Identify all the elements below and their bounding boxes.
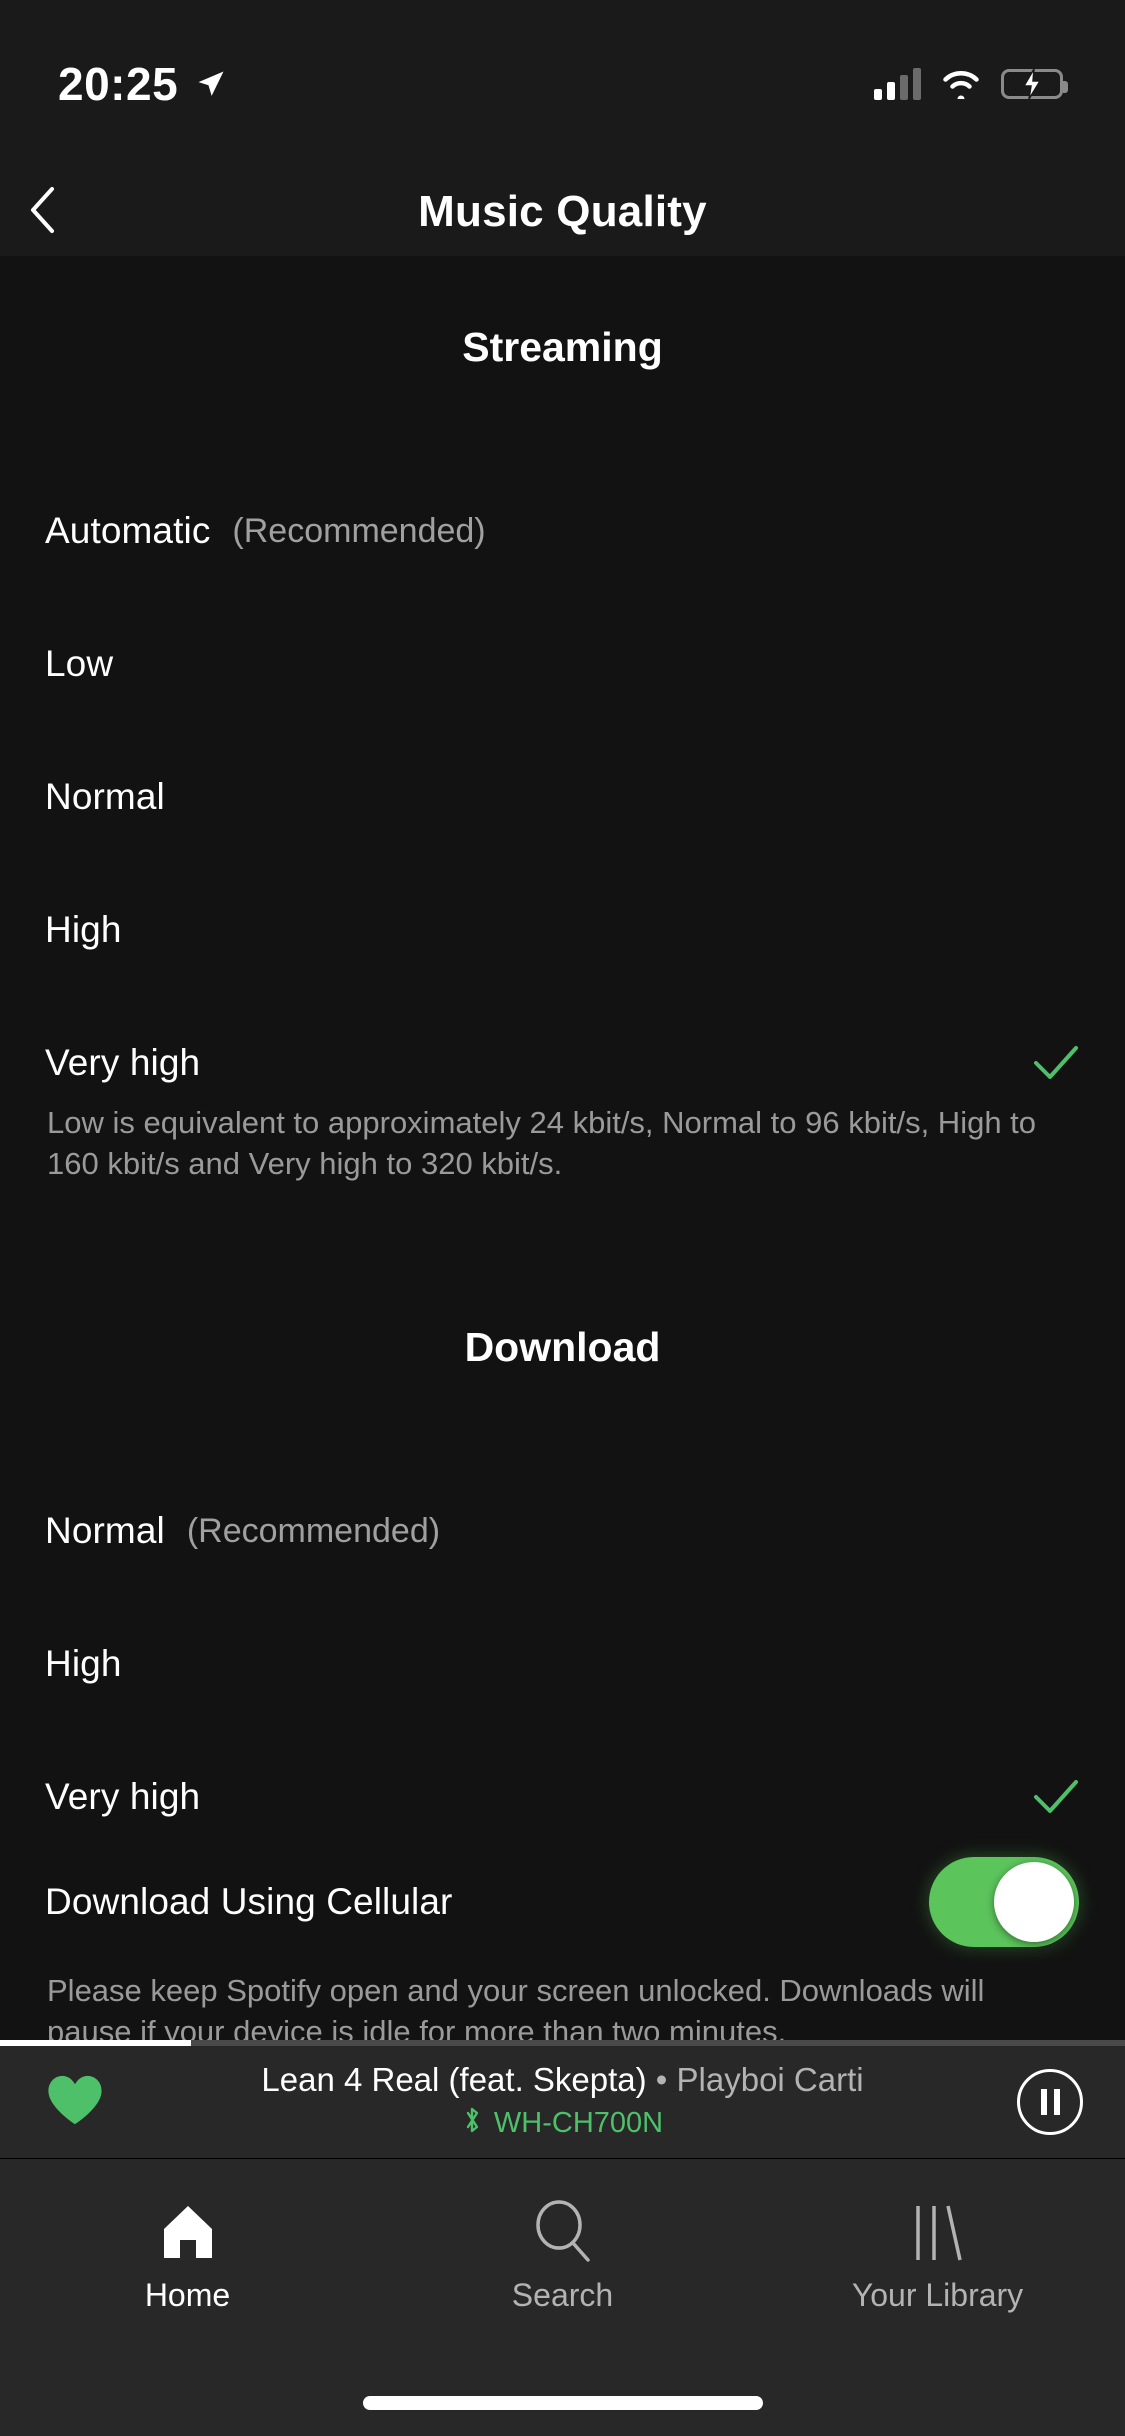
streaming-option-low[interactable]: Low bbox=[0, 619, 1125, 709]
chevron-left-icon bbox=[28, 185, 58, 240]
option-label: Very high bbox=[45, 1042, 201, 1083]
playback-device-line[interactable]: WH-CH700N bbox=[150, 2105, 975, 2143]
status-bar: 20:25 bbox=[0, 0, 1125, 168]
option-sublabel: (Recommended) bbox=[186, 1511, 441, 1550]
streaming-option-very-high[interactable]: Very high bbox=[0, 1018, 1125, 1108]
track-separator: • bbox=[646, 2061, 677, 2099]
page-title: Music Quality bbox=[418, 187, 707, 236]
download-using-cellular-label: Download Using Cellular bbox=[45, 1881, 453, 1922]
tab-label: Search bbox=[511, 2277, 614, 2313]
streaming-option-normal[interactable]: Normal bbox=[0, 752, 1125, 842]
settings-content: Streaming Automatic (Recommended) Low No… bbox=[0, 256, 1125, 2049]
navigation-bar: Music Quality bbox=[0, 168, 1125, 256]
track-title-line: Lean 4 Real (feat. Skepta) • Playboi Car… bbox=[150, 2061, 975, 2099]
like-button[interactable] bbox=[0, 2073, 150, 2132]
download-using-cellular-toggle[interactable] bbox=[929, 1857, 1079, 1947]
option-label: High bbox=[45, 1643, 122, 1684]
phone-screen: 20:25 Music Quality Streaming Automatic … bbox=[0, 0, 1125, 2436]
checkmark-icon bbox=[1033, 1777, 1079, 1817]
option-label: Automatic bbox=[45, 510, 211, 551]
download-option-very-high[interactable]: Very high bbox=[0, 1752, 1125, 1842]
streaming-section-heading: Streaming bbox=[462, 324, 663, 370]
home-icon bbox=[160, 2197, 216, 2267]
toggle-knob bbox=[994, 1862, 1074, 1942]
now-playing-bar[interactable]: Lean 4 Real (feat. Skepta) • Playboi Car… bbox=[0, 2040, 1125, 2158]
tab-home[interactable]: Home bbox=[0, 2159, 375, 2436]
bluetooth-icon bbox=[462, 2105, 482, 2143]
option-label: Normal bbox=[45, 1510, 165, 1551]
download-option-normal[interactable]: Normal (Recommended) bbox=[0, 1486, 1125, 1576]
now-playing-inner: Lean 4 Real (feat. Skepta) • Playboi Car… bbox=[0, 2046, 1125, 2158]
streaming-option-high[interactable]: High bbox=[0, 885, 1125, 975]
track-artist: Playboi Carti bbox=[676, 2061, 864, 2099]
heart-filled-icon bbox=[46, 2073, 104, 2132]
option-label: Normal bbox=[45, 776, 165, 817]
status-time: 20:25 bbox=[58, 58, 179, 110]
streaming-description: Low is equivalent to approximately 24 kb… bbox=[47, 1105, 1037, 1182]
search-icon bbox=[533, 2197, 593, 2267]
tab-label: Home bbox=[144, 2277, 231, 2313]
home-indicator bbox=[362, 2396, 763, 2410]
library-icon bbox=[908, 2197, 968, 2267]
tab-label: Your Library bbox=[851, 2277, 1024, 2313]
download-section-heading: Download bbox=[464, 1324, 661, 1370]
wifi-icon bbox=[941, 69, 981, 103]
location-arrow-icon bbox=[196, 69, 226, 99]
status-bar-right bbox=[874, 68, 1068, 103]
status-bar-left: 20:25 bbox=[58, 57, 226, 111]
download-using-cellular-row[interactable]: Download Using Cellular bbox=[0, 1842, 1125, 1962]
tab-your-library[interactable]: Your Library bbox=[750, 2159, 1125, 2436]
playback-device-name: WH-CH700N bbox=[493, 2107, 664, 2140]
option-label: Low bbox=[45, 643, 114, 684]
track-info: Lean 4 Real (feat. Skepta) • Playboi Car… bbox=[150, 2061, 975, 2143]
track-title: Lean 4 Real (feat. Skepta) bbox=[261, 2061, 647, 2099]
checkmark-icon bbox=[1033, 1043, 1079, 1083]
tab-bar: Home Search Your Library bbox=[0, 2158, 1125, 2436]
download-option-high[interactable]: High bbox=[0, 1619, 1125, 1709]
option-label: Very high bbox=[45, 1776, 201, 1817]
streaming-option-automatic[interactable]: Automatic (Recommended) bbox=[0, 486, 1125, 576]
option-sublabel: (Recommended) bbox=[232, 511, 486, 550]
cellular-signal-icon bbox=[874, 68, 921, 100]
option-label: High bbox=[45, 909, 122, 950]
play-pause-button[interactable] bbox=[975, 2069, 1125, 2135]
battery-charging-icon bbox=[1001, 68, 1068, 100]
tab-search[interactable]: Search bbox=[375, 2159, 750, 2436]
back-button[interactable] bbox=[28, 168, 118, 256]
pause-icon bbox=[1017, 2069, 1083, 2135]
